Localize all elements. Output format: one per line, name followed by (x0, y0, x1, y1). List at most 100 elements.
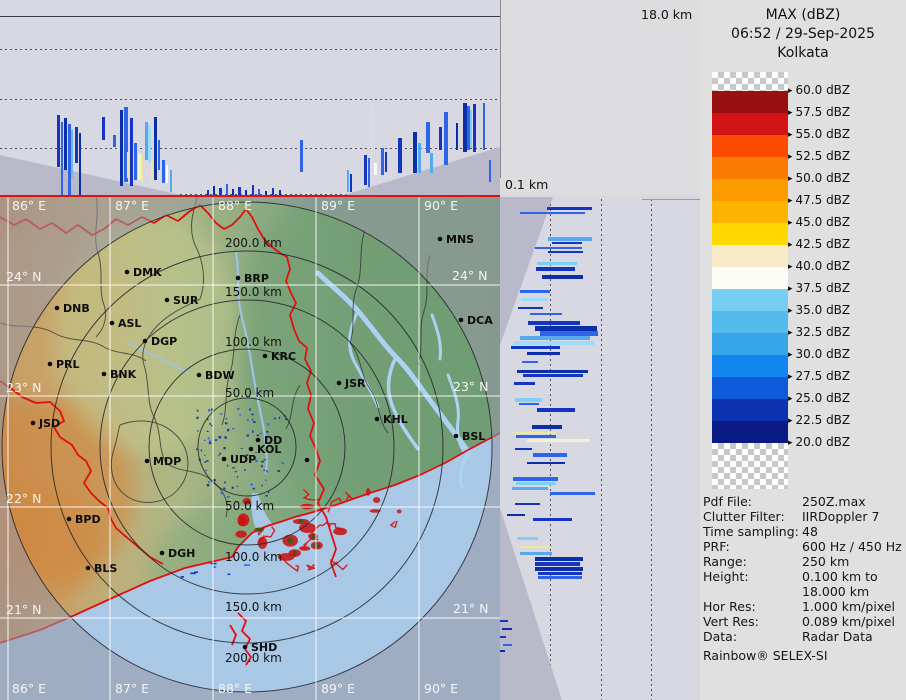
latitude-label: 24° N (452, 268, 487, 283)
echo-bar (550, 492, 595, 495)
echo-bar (166, 165, 168, 183)
scale-band (712, 91, 788, 113)
station-label: BSL (462, 430, 485, 443)
scale-band (712, 72, 788, 91)
metadata-row: Vert Res: 0.089 km/pixel (703, 614, 903, 629)
echo-bar (532, 425, 562, 429)
echo-bar (134, 143, 137, 180)
echo-bar (430, 153, 433, 173)
scale-band (712, 399, 788, 421)
scale-band (712, 245, 788, 267)
echo-bar (538, 576, 582, 579)
tick-arrow-icon: ▸ (788, 372, 793, 382)
longitude-label: 86° E (12, 681, 46, 696)
scale-band (712, 355, 788, 377)
scale-band (712, 223, 788, 245)
latitude-label: 24° N (6, 269, 41, 284)
scale-band (712, 289, 788, 311)
station-label: ASL (118, 317, 141, 330)
station-label: BNK (110, 368, 137, 381)
echo-bar (444, 112, 448, 165)
station-label: SUR (173, 294, 199, 307)
profile-gridline (651, 199, 652, 700)
metadata-label: Vert Res: (703, 614, 759, 629)
echo-bar (102, 117, 105, 140)
echo-bar (533, 453, 567, 457)
echo-bar (170, 170, 172, 192)
metadata-value: 1.000 km/pixel (802, 599, 895, 614)
profile-top-axis-line (0, 16, 500, 17)
echo-bar (521, 298, 548, 301)
echo-bar (515, 503, 540, 505)
map-viewport[interactable]: 200.0 km 150.0 km 100.0 km 50.0 km 50.0 km 10… (0, 195, 500, 700)
station-label: DGP (151, 335, 177, 348)
longitude-label: 89° E (321, 198, 355, 213)
product-metadata: Pdf File: 250Z.max Clutter Filter: IIRDoppl… (703, 494, 903, 664)
scale-band (712, 267, 788, 289)
station-label: KOL (257, 443, 281, 456)
scale-tick-label: ▸ 57.5 dBZ (788, 105, 851, 119)
scan-datetime: 06:52 / 29-Sep-2025 (731, 26, 875, 42)
echo-bar (547, 207, 592, 210)
echo-bar (520, 552, 552, 555)
echo-bar (538, 572, 582, 575)
station-label: KRC (271, 350, 296, 363)
echo-bar (519, 403, 539, 405)
echo-bar (385, 152, 387, 172)
metadata-value: IIRDoppler 7 (802, 509, 880, 524)
echo-bar (350, 174, 352, 192)
range-ring-label: 50.0 km (225, 499, 274, 513)
metadata-label: Clutter Filter: (703, 509, 785, 524)
echo-bar (527, 462, 565, 464)
echo-bar (154, 117, 157, 180)
metadata-row: PRF: 600 Hz / 450 Hz (703, 539, 903, 554)
echo-bar (364, 155, 367, 185)
echo-bar (536, 267, 575, 271)
scale-band (712, 333, 788, 355)
metadata-value: 250Z.max (802, 494, 866, 509)
scale-tick-label: ▸ 47.5 dBZ (788, 193, 851, 207)
tick-arrow-icon: ▸ (788, 350, 793, 360)
echo-bar (533, 518, 572, 521)
echo-bar (64, 118, 67, 170)
metadata-row: Clutter Filter: IIRDoppler 7 (703, 509, 903, 524)
metadata-row: 18.000 km (703, 584, 903, 599)
echo-bar (57, 115, 60, 167)
echo-bar (502, 628, 512, 630)
echo-bar (413, 132, 417, 173)
metadata-label: PRF: (703, 539, 730, 554)
metadata-row: Time sampling: 48 (703, 524, 903, 539)
station-label: BPD (75, 513, 101, 526)
echo-bar (535, 567, 583, 571)
tick-arrow-icon: ▸ (788, 86, 793, 96)
echo-bar (528, 321, 580, 325)
longitude-label: 87° E (115, 198, 149, 213)
echo-bar (537, 262, 577, 265)
echo-bar (456, 123, 458, 150)
tick-arrow-icon: ▸ (788, 262, 793, 272)
echo-bar (473, 104, 476, 152)
profile-gridline (601, 199, 602, 700)
echo-bar (552, 242, 582, 244)
echo-bar (542, 275, 583, 279)
metadata-label: Height: (703, 569, 749, 584)
metadata-value: 0.100 km to (802, 569, 878, 584)
echo-bar (371, 107, 372, 184)
station-label: MNS (446, 233, 474, 246)
echo-bar (162, 160, 165, 183)
scale-tick-label: ▸ 42.5 dBZ (788, 237, 851, 251)
echo-bar (130, 118, 133, 186)
metadata-value: 0.089 km/pixel (802, 614, 895, 629)
echo-bar (527, 439, 590, 442)
echo-bar (503, 644, 512, 646)
metadata-label: Hor Res: (703, 599, 756, 614)
scale-tick-label: ▸ 27.5 dBZ (788, 369, 851, 383)
echo-bar (520, 336, 590, 340)
metadata-row: Pdf File: 250Z.max (703, 494, 903, 509)
station-label: KHL (383, 413, 408, 426)
echo-bar (483, 103, 485, 150)
scale-tick-label: ▸ 35.0 dBZ (788, 303, 851, 317)
echo-bar (537, 408, 575, 412)
echo-bar (548, 237, 592, 241)
echo-bar (513, 477, 558, 481)
